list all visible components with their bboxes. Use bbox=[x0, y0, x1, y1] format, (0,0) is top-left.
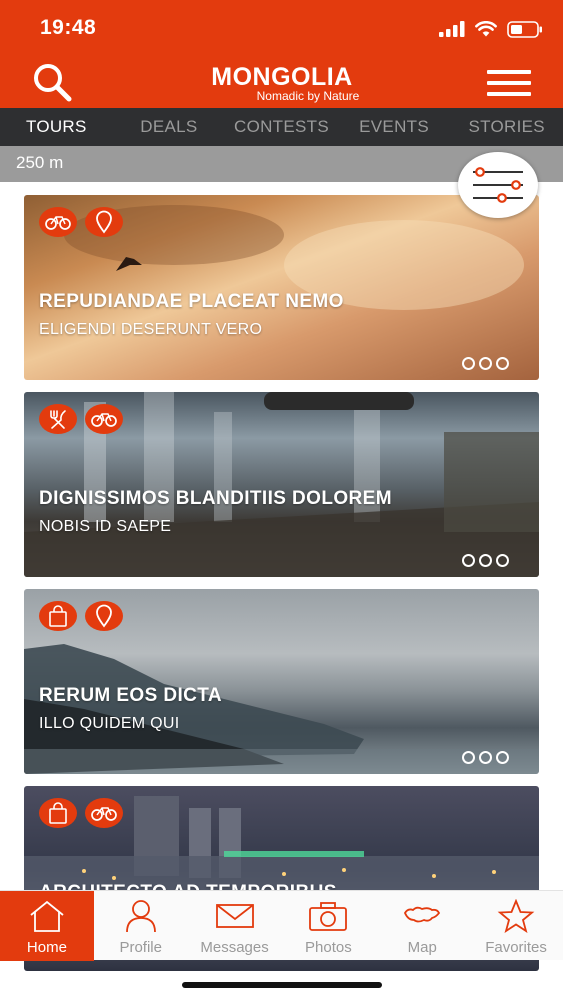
bicycle-icon bbox=[91, 807, 117, 821]
tour-card-badges bbox=[39, 404, 123, 434]
nav-favorites-label: Favorites bbox=[485, 939, 547, 956]
home-icon bbox=[30, 900, 64, 932]
tour-card-badges bbox=[39, 798, 123, 828]
nav-home[interactable]: Home bbox=[0, 891, 94, 961]
more-options-button[interactable] bbox=[462, 554, 509, 567]
nav-messages[interactable]: Messages bbox=[188, 891, 282, 961]
status-time: 19:48 bbox=[40, 16, 97, 39]
bicycle-badge bbox=[39, 207, 77, 237]
map-pin-badge bbox=[85, 601, 123, 631]
shopping-badge bbox=[39, 798, 77, 828]
mongolia-map-icon bbox=[404, 906, 441, 923]
category-tab-bar: TOURS DEALS CONTESTS EVENTS STORIES bbox=[0, 108, 563, 146]
nav-favorites[interactable]: Favorites bbox=[469, 891, 563, 961]
bicycle-badge bbox=[85, 404, 123, 434]
svg-text:Nomadic by Nature: Nomadic by Nature bbox=[257, 89, 360, 103]
tour-card-badges bbox=[39, 207, 123, 237]
tab-deals[interactable]: DEALS bbox=[113, 108, 226, 146]
star-icon bbox=[497, 899, 535, 933]
more-options-button[interactable] bbox=[462, 357, 509, 370]
tour-card-subtitle: ELIGENDI DESERUNT VERO bbox=[39, 321, 263, 338]
tab-stories[interactable]: STORIES bbox=[450, 108, 563, 146]
bottom-navigation: Home Profile Messages Photos Map Favorit… bbox=[0, 890, 563, 961]
tour-card-title: RERUM EOS DICTA bbox=[39, 685, 222, 706]
tour-card-badges bbox=[39, 601, 123, 631]
hamburger-menu-icon bbox=[487, 70, 531, 74]
tour-card[interactable]: REPUDIANDAE PLACEAT NEMO ELIGENDI DESERU… bbox=[24, 195, 539, 380]
envelope-icon bbox=[215, 904, 254, 928]
tab-contests[interactable]: CONTESTS bbox=[225, 108, 338, 146]
camera-icon bbox=[309, 902, 348, 931]
map-pin-icon bbox=[96, 604, 112, 628]
tour-card-title: REPUDIANDAE PLACEAT NEMO bbox=[39, 291, 344, 312]
distance-label: 250 m bbox=[16, 153, 64, 172]
nav-map[interactable]: Map bbox=[375, 891, 469, 961]
hamburger-menu-button[interactable] bbox=[487, 70, 531, 98]
nav-map-label: Map bbox=[407, 939, 437, 956]
nav-home-label: Home bbox=[26, 939, 67, 956]
nav-photos[interactable]: Photos bbox=[281, 891, 375, 961]
shopping-bag-icon bbox=[49, 802, 67, 824]
status-icons bbox=[439, 18, 543, 40]
restaurant-badge bbox=[39, 404, 77, 434]
svg-text:MONGOLIA: MONGOLIA bbox=[211, 63, 353, 91]
nav-messages-label: Messages bbox=[200, 939, 269, 956]
bicycle-icon bbox=[91, 413, 117, 427]
nav-photos-label: Photos bbox=[305, 939, 352, 956]
tour-card[interactable]: DIGNISSIMOS BLANDITIIS DOLOREM NOBIS ID … bbox=[24, 392, 539, 577]
bicycle-badge bbox=[85, 798, 123, 828]
mongolia-logo: MONGOLIA Nomadic by Nature bbox=[190, 60, 374, 104]
search-button[interactable] bbox=[30, 60, 76, 104]
app-header: MONGOLIA Nomadic by Nature bbox=[0, 56, 563, 108]
fork-knife-icon bbox=[50, 410, 66, 429]
map-pin-icon bbox=[96, 210, 112, 234]
profile-icon bbox=[125, 900, 156, 933]
home-indicator[interactable] bbox=[182, 982, 382, 988]
nav-profile-label: Profile bbox=[119, 939, 162, 956]
tab-tours[interactable]: TOURS bbox=[0, 108, 113, 146]
signal-icon bbox=[439, 21, 465, 37]
shopping-bag-icon bbox=[49, 605, 67, 627]
tour-card-subtitle: NOBIS ID SAEPE bbox=[39, 518, 172, 535]
tab-events[interactable]: EVENTS bbox=[338, 108, 451, 146]
wifi-icon bbox=[475, 21, 497, 37]
filter-sliders-icon bbox=[473, 167, 523, 203]
tour-card-title: DIGNISSIMOS BLANDITIIS DOLOREM bbox=[39, 488, 392, 509]
tour-card[interactable]: RERUM EOS DICTA ILLO QUIDEM QUI bbox=[24, 589, 539, 774]
nav-profile[interactable]: Profile bbox=[94, 891, 188, 961]
map-pin-badge bbox=[85, 207, 123, 237]
shopping-badge bbox=[39, 601, 77, 631]
tour-card-subtitle: ILLO QUIDEM QUI bbox=[39, 715, 180, 732]
status-bar: 19:48 bbox=[0, 0, 563, 56]
bicycle-icon bbox=[45, 216, 71, 230]
battery-icon bbox=[507, 20, 542, 38]
more-options-button[interactable] bbox=[462, 751, 509, 764]
filter-button[interactable] bbox=[458, 152, 538, 218]
search-icon bbox=[34, 64, 72, 102]
